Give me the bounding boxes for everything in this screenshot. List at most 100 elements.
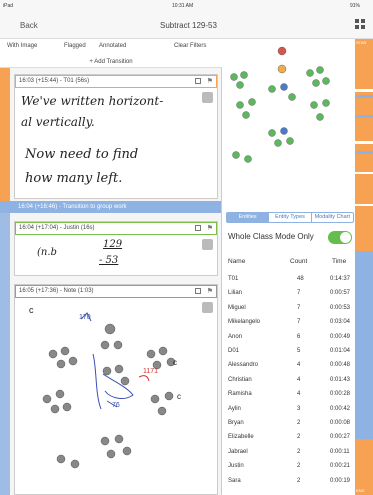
cell-count: 2 (297, 477, 301, 484)
transition-label[interactable]: 16:04 (+16:46) - Transition to group wor… (0, 201, 221, 213)
cell-name: Bryan (228, 420, 244, 426)
classroom-map[interactable] (222, 43, 355, 173)
cell-count: 6 (297, 333, 301, 340)
nav-bar: Back Subtract 129-53 (0, 11, 373, 39)
cell-count: 7 (297, 290, 301, 297)
timeline-stripe (0, 213, 10, 495)
right-panel: Entities Entity Types Modality Chart Who… (222, 39, 355, 495)
flag-icon[interactable]: ⚑ (207, 77, 213, 87)
whole-class-toggle[interactable] (328, 231, 352, 244)
cell-count: 48 (297, 276, 304, 282)
cell-name: Jabrael (228, 448, 248, 455)
table-row[interactable]: Aylin 3 0:00:42 (222, 403, 355, 417)
cell-count: 2 (297, 420, 301, 426)
rail-end-label: END (356, 488, 365, 493)
crop-icon[interactable] (195, 225, 201, 231)
handwriting-line: (n.b (37, 247, 57, 258)
carrier: iPad (3, 3, 14, 9)
svg-text:76: 76 (112, 402, 120, 409)
timeline-rail[interactable]: STAR END (355, 39, 373, 495)
rail-marker (355, 151, 373, 154)
cell-time: 0:00:21 (330, 463, 351, 470)
table-row[interactable]: Miguel 7 0:00:53 (222, 302, 355, 316)
table-row[interactable]: Elizabelle 2 0:00:27 (222, 431, 355, 445)
table-row[interactable]: Alessandro 4 0:00:48 (222, 359, 355, 373)
entry-timestamp: 16:03 (+15:44) - T01 (56s) (19, 78, 90, 84)
cell-name: Christian (228, 376, 252, 383)
tab-entities[interactable]: Entities (227, 213, 270, 222)
rail-marker (355, 89, 373, 92)
cell-count: 4 (297, 362, 301, 369)
cell-time: 0:01:43 (330, 376, 351, 383)
entry-card[interactable]: 16:04 (+17:04) - Justin (16s) ⚑ (n.b 129… (14, 221, 218, 276)
cell-name: Sara (228, 477, 241, 484)
rail-marker (355, 95, 373, 98)
crop-icon[interactable] (195, 288, 201, 294)
cell-time: 0:03:04 (330, 319, 351, 326)
cell-time: 0:00:42 (330, 405, 351, 412)
whole-class-label: Whole Class Mode Only (228, 232, 314, 241)
filter-annotated[interactable]: Annotated (99, 43, 126, 49)
svg-text:170: 170 (79, 314, 91, 321)
table-row[interactable]: Sara 2 0:00:19 (222, 475, 355, 489)
cell-name: Lilian (228, 290, 243, 297)
table-row[interactable]: T01 48 0:14:37 (222, 273, 355, 287)
svg-text:1171: 1171 (143, 368, 158, 375)
cell-name: Ramisha (228, 391, 252, 398)
entry-card[interactable]: 16:05 (+17:36) - Note (1:03) ⚑ 170 76 11… (14, 284, 218, 495)
filter-bar: With Image Flagged Annotated Clear Filte… (0, 39, 222, 56)
add-transition-button[interactable]: + Add Transition (0, 56, 222, 68)
cell-count: 4 (297, 376, 301, 383)
cell-time: 0:00:27 (330, 434, 351, 441)
cell-name: D01 (228, 348, 240, 354)
cell-count: 7 (297, 304, 301, 311)
table-row[interactable]: Anon 6 0:00:49 (222, 331, 355, 345)
entry-header: 16:04 (+17:04) - Justin (16s) ⚑ (15, 222, 217, 235)
table-row[interactable]: Lilian 7 0:00:57 (222, 287, 355, 301)
cell-count: 5 (297, 348, 301, 354)
cell-time: 0:00:19 (330, 477, 351, 484)
tab-modality-chart[interactable]: Modality Chart (312, 213, 353, 222)
entry-card[interactable]: 16:03 (+15:44) - T01 (56s) ⚑ We've writt… (14, 74, 218, 199)
entry-feed[interactable]: 16:04 (+16:46) - Transition to group wor… (0, 68, 222, 495)
cell-time: 0:00:08 (330, 420, 351, 426)
flag-icon[interactable]: ⚑ (207, 287, 213, 297)
cell-count: 2 (297, 463, 301, 470)
clear-filters-button[interactable]: Clear Filters (174, 43, 206, 49)
table-row[interactable]: D01 5 0:01:04 (222, 345, 355, 359)
cell-time: 0:00:28 (330, 391, 351, 398)
filter-with-image[interactable]: With Image (7, 43, 37, 49)
cell-count: 2 (297, 448, 301, 455)
crop-icon[interactable] (195, 78, 201, 84)
expand-icon[interactable] (202, 92, 213, 103)
clock: 10:31 AM (172, 3, 194, 9)
cell-name: Mikelangelo (228, 319, 261, 326)
entry-header: 16:03 (+15:44) - T01 (56s) ⚑ (15, 75, 217, 88)
tab-entity-types[interactable]: Entity Types (269, 213, 312, 222)
table-row[interactable]: Christian 4 0:01:43 (222, 374, 355, 388)
grid-view-icon[interactable] (355, 19, 366, 30)
rail-marker (355, 115, 373, 118)
handwriting-line: Now need to find (25, 147, 139, 162)
back-button[interactable]: Back (20, 21, 38, 30)
table-row[interactable]: Jabrael 2 0:00:11 (222, 446, 355, 460)
entity-tabs: Entities Entity Types Modality Chart (226, 212, 354, 223)
classroom-sketch: 170 76 1171 c c c (29, 305, 181, 469)
svg-text:c: c (173, 358, 177, 367)
cell-name: Aylin (228, 405, 241, 412)
table-row[interactable]: Justin 2 0:00:21 (222, 460, 355, 474)
filter-flagged[interactable]: Flagged (64, 43, 86, 49)
flag-icon[interactable]: ⚑ (207, 224, 213, 234)
rail-marker (355, 172, 373, 174)
cell-time: 0:14:37 (330, 276, 351, 282)
expand-icon[interactable] (202, 239, 213, 250)
cell-name: Miguel (228, 304, 246, 311)
rail-marker (355, 204, 373, 206)
table-row[interactable]: Bryan 2 0:00:08 (222, 417, 355, 431)
entry-header: 16:05 (+17:36) - Note (1:03) ⚑ (15, 285, 217, 298)
cell-count: 3 (297, 405, 301, 412)
table-row[interactable]: Ramisha 4 0:00:28 (222, 388, 355, 402)
handwriting-line: how many left. (25, 171, 123, 186)
rail-segment (355, 251, 373, 439)
table-row[interactable]: Mikelangelo 7 0:03:04 (222, 316, 355, 330)
